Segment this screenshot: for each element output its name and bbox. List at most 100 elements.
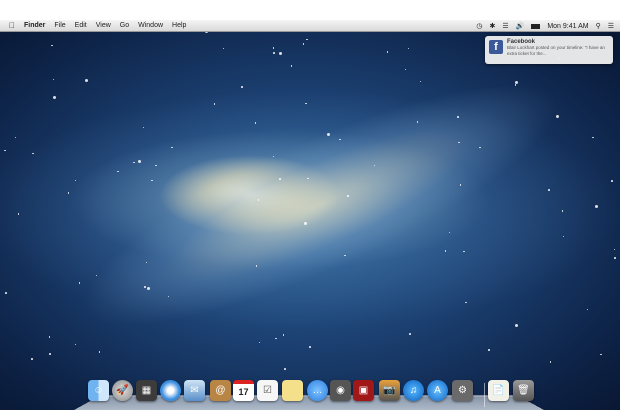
star: [614, 257, 616, 259]
star: [52, 78, 55, 81]
star: [347, 195, 349, 197]
star: [17, 213, 20, 215]
menu-view[interactable]: View: [96, 22, 111, 29]
wifi-icon[interactable]: ☰: [502, 22, 508, 30]
star: [600, 353, 602, 356]
dock-documents-icon[interactable]: 📄: [488, 380, 509, 401]
star: [5, 292, 7, 294]
star: [386, 51, 389, 53]
star: [117, 170, 119, 173]
star: [306, 38, 308, 41]
notification-center-icon[interactable]: ☰: [608, 22, 614, 30]
menu-bar:  Finder File Edit View Go Window Help ◷…: [0, 20, 620, 32]
star: [241, 86, 243, 88]
star: [404, 68, 407, 71]
star: [548, 189, 550, 191]
star: [444, 250, 446, 252]
menu-go[interactable]: Go: [120, 22, 129, 29]
star: [290, 65, 293, 67]
star: [254, 122, 257, 124]
star: [257, 199, 260, 201]
star: [171, 146, 173, 149]
dock-system-preferences-icon[interactable]: ⚙: [452, 380, 473, 401]
star: [48, 336, 51, 338]
battery-icon[interactable]: [531, 23, 541, 29]
star: [613, 248, 616, 251]
dock-safari-icon[interactable]: ✧: [160, 380, 181, 401]
star: [282, 334, 285, 336]
dock-launchpad-icon[interactable]: 🚀: [112, 380, 133, 401]
bluetooth-icon[interactable]: ✱: [489, 22, 495, 30]
star: [144, 286, 146, 288]
dock-trash-icon[interactable]: 🗑: [513, 380, 534, 401]
star: [463, 250, 465, 252]
facebook-icon: f: [489, 40, 503, 54]
star: [133, 161, 135, 164]
star: [305, 102, 307, 105]
star: [594, 205, 598, 209]
star: [448, 231, 451, 234]
dock-itunes-icon[interactable]: ♫: [403, 380, 424, 401]
dock-contacts-icon[interactable]: @: [210, 380, 231, 401]
menu-finder[interactable]: Finder: [24, 22, 45, 29]
star: [586, 308, 588, 311]
star: [138, 160, 142, 164]
star: [84, 79, 88, 83]
star: [302, 43, 305, 45]
star: [273, 52, 275, 54]
star: [74, 179, 77, 182]
star: [284, 368, 286, 370]
star: [272, 47, 275, 49]
volume-icon[interactable]: 🔊: [516, 22, 525, 30]
star: [53, 95, 57, 99]
star: [407, 47, 410, 50]
star: [458, 141, 460, 144]
star: [549, 361, 552, 363]
dock-facetime-icon[interactable]: ◉: [330, 380, 351, 401]
desktop-wallpaper: [0, 20, 620, 410]
star: [309, 346, 311, 348]
dock-app-store-icon[interactable]: A: [427, 380, 448, 401]
star: [155, 164, 157, 167]
star: [222, 47, 225, 50]
star: [279, 178, 281, 180]
dock-reminders-icon[interactable]: ☑: [257, 380, 278, 401]
dock-finder-icon[interactable]: ☺: [88, 380, 109, 401]
dock-photo-booth-icon[interactable]: ▣: [353, 380, 374, 401]
star: [515, 323, 519, 327]
spotlight-icon[interactable]: ⚲: [596, 22, 601, 30]
star: [32, 152, 34, 155]
clock[interactable]: Mon 9:41 AM: [547, 23, 588, 30]
menu-help[interactable]: Help: [172, 22, 186, 29]
notification-body: Blair Lockhart posted on your timeline: …: [507, 45, 605, 56]
facebook-notification[interactable]: f Facebook Blair Lockhart posted on your…: [485, 36, 613, 64]
dock-separator: [484, 383, 485, 407]
menu-edit[interactable]: Edit: [75, 22, 87, 29]
star: [562, 235, 565, 238]
dock-iphoto-icon[interactable]: 📷: [379, 380, 400, 401]
dock-mail-icon[interactable]: ✉: [184, 380, 205, 401]
star: [4, 149, 6, 152]
star: [51, 44, 53, 47]
apple-menu-icon[interactable]: : [9, 21, 15, 30]
star: [514, 84, 517, 86]
star: [479, 146, 481, 149]
dock-messages-icon[interactable]: …: [307, 380, 328, 401]
star: [488, 349, 490, 351]
menu-window[interactable]: Window: [138, 22, 163, 29]
star: [275, 337, 277, 340]
star: [457, 116, 459, 118]
star: [78, 282, 81, 284]
star: [409, 333, 411, 335]
star: [258, 341, 261, 344]
time-machine-icon[interactable]: ◷: [476, 22, 482, 30]
star: [592, 136, 594, 139]
dock-calendar-icon[interactable]: 17: [233, 380, 254, 401]
star: [98, 351, 101, 353]
star: [14, 136, 17, 138]
dock-mission-control-icon[interactable]: ▦: [136, 380, 157, 401]
dock-notes-icon[interactable]: [282, 380, 303, 401]
star: [416, 121, 419, 123]
menu-file[interactable]: File: [54, 22, 65, 29]
star: [255, 265, 258, 267]
